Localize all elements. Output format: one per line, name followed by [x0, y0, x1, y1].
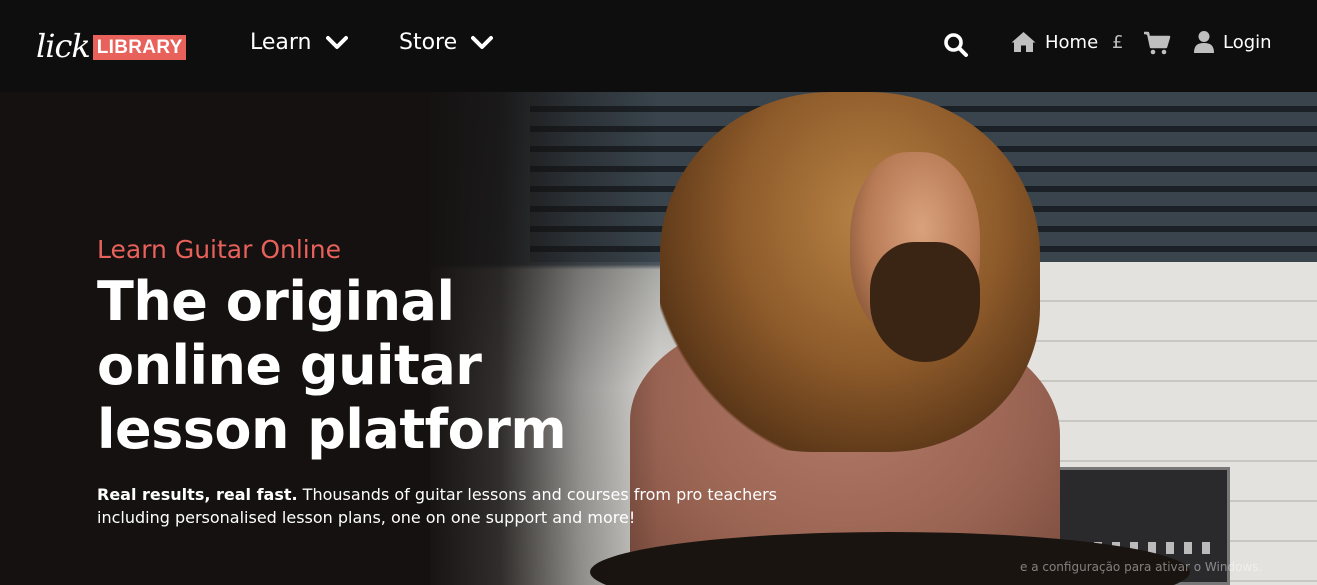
hero-eyebrow: Learn Guitar Online	[97, 235, 341, 264]
cart-icon[interactable]	[1143, 30, 1171, 56]
top-nav: lick LIBRARY Learn Store Home £ Login	[0, 0, 1317, 92]
hero-subtext-bold: Real results, real fast.	[97, 485, 298, 504]
headline-line: lesson platform	[97, 398, 567, 461]
windows-activation-watermark: e a configuração para ativar o Windows.	[1020, 560, 1263, 574]
hero-subtext-line2: including personalised lesson plans, one…	[97, 508, 636, 527]
user-icon	[1194, 31, 1214, 53]
nav-actions: Home £ Login	[0, 28, 1317, 60]
search-icon[interactable]	[943, 32, 969, 58]
headline-line: online guitar	[97, 334, 482, 397]
login-link[interactable]: Login	[1193, 30, 1272, 54]
hero-banner: Learn Guitar Online The original online …	[0, 92, 1317, 585]
login-label: Login	[1223, 31, 1272, 53]
headline-line: The original	[97, 270, 455, 333]
home-label: Home	[1045, 31, 1099, 53]
hero-subtext-rest: Thousands of guitar lessons and courses …	[297, 485, 777, 504]
home-link[interactable]: Home	[1010, 30, 1098, 54]
home-icon	[1011, 32, 1036, 52]
hero-subtext: Real results, real fast. Thousands of gu…	[97, 483, 857, 529]
currency-selector[interactable]: £	[1112, 32, 1123, 53]
hero-headline: The original online guitar lesson platfo…	[97, 270, 657, 462]
